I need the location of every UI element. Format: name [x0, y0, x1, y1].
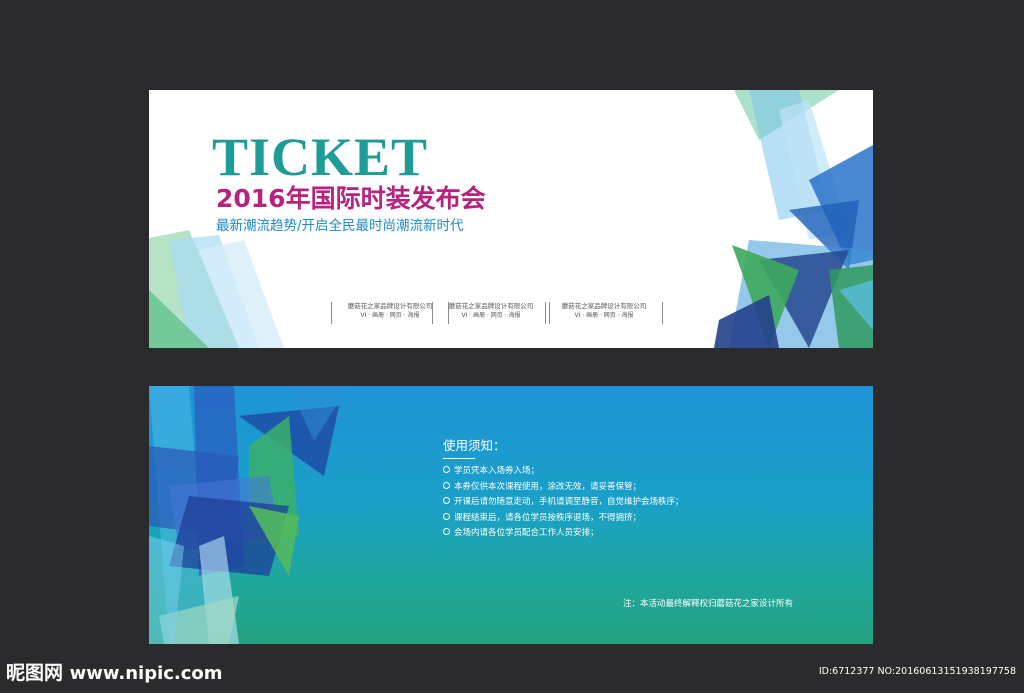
notice-item-text: 会场内请各位学员配合工作人员安排；	[454, 528, 599, 538]
watermark-logo: 昵图网 www.nipic.com	[6, 660, 223, 687]
watermark-id: ID:6712377 NO:20160613151938197758	[818, 666, 1016, 677]
notice-item: 课程结束后，请各位学员按秩序退场，不得拥挤；	[443, 511, 684, 527]
watermark-url: www.nipic.com	[69, 663, 223, 684]
notice-underline	[443, 458, 475, 459]
notice-item-text: 本券仅供本次课程使用，涂改无效，请妥善保管；	[454, 481, 642, 492]
notice-item: 学员凭本入场券入场；	[443, 464, 684, 480]
company-services: VI · 画册 · 网页 · 海报	[461, 312, 521, 319]
company-name: 蘑菇花之家品牌设计有限公司	[448, 302, 534, 310]
company-name: 蘑菇花之家品牌设计有限公司	[561, 302, 647, 310]
notice-item: 会场内请各位学员配合工作人员安排；	[443, 526, 684, 542]
company-services: VI · 画册 · 网页 · 海报	[360, 312, 420, 319]
ticket-title: TICKET	[212, 127, 429, 187]
company-name: 蘑菇花之家品牌设计有限公司	[347, 302, 433, 310]
ticket-back: 使用须知： 学员凭本入场券入场； 本券仅供本次课程使用，涂改无效，请妥善保管； …	[149, 386, 873, 644]
circle-bullet-icon	[443, 528, 450, 535]
notice-list: 学员凭本入场券入场； 本券仅供本次课程使用，涂改无效，请妥善保管； 开课后请勿随…	[443, 464, 684, 542]
event-tagline: 最新潮流趋势/开启全民最时尚潮流新时代	[216, 218, 464, 234]
event-subtitle: 2016年国际时装发布会	[216, 184, 486, 213]
notice-item: 开课后请勿随意走动，手机请调至静音，自觉维护会场秩序；	[443, 495, 684, 511]
circle-bullet-icon	[443, 497, 450, 504]
notice-item-text: 开课后请勿随意走动，手机请调至静音，自觉维护会场秩序；	[454, 497, 684, 507]
ticket-front: TICKET 2016年国际时装发布会 最新潮流趋势/开启全民最时尚潮流新时代 …	[149, 90, 873, 348]
notice-item-text: 课程结束后，请各位学员按秩序退场，不得拥挤；	[454, 512, 642, 523]
notice-title: 使用须知：	[443, 438, 506, 453]
circle-bullet-icon	[443, 466, 450, 473]
circle-bullet-icon	[443, 481, 450, 489]
copyright-footnote: 注：本活动最终解释权归蘑菇花之家设计所有	[623, 599, 794, 609]
circle-bullet-icon	[443, 512, 450, 520]
company-services: VI · 画册 · 网页 · 海报	[574, 312, 634, 319]
watermark-logo-text: 昵图网	[6, 662, 64, 684]
company-info-3: 蘑菇花之家品牌设计有限公司 VI · 画册 · 网页 · 海报	[545, 302, 663, 324]
notice-item-text: 学员凭本入场券入场；	[454, 466, 540, 476]
notice-item: 本券仅供本次课程使用，涂改无效，请妥善保管；	[443, 480, 684, 496]
company-info-2: 蘑菇花之家品牌设计有限公司 VI · 画册 · 网页 · 海报	[432, 302, 550, 324]
